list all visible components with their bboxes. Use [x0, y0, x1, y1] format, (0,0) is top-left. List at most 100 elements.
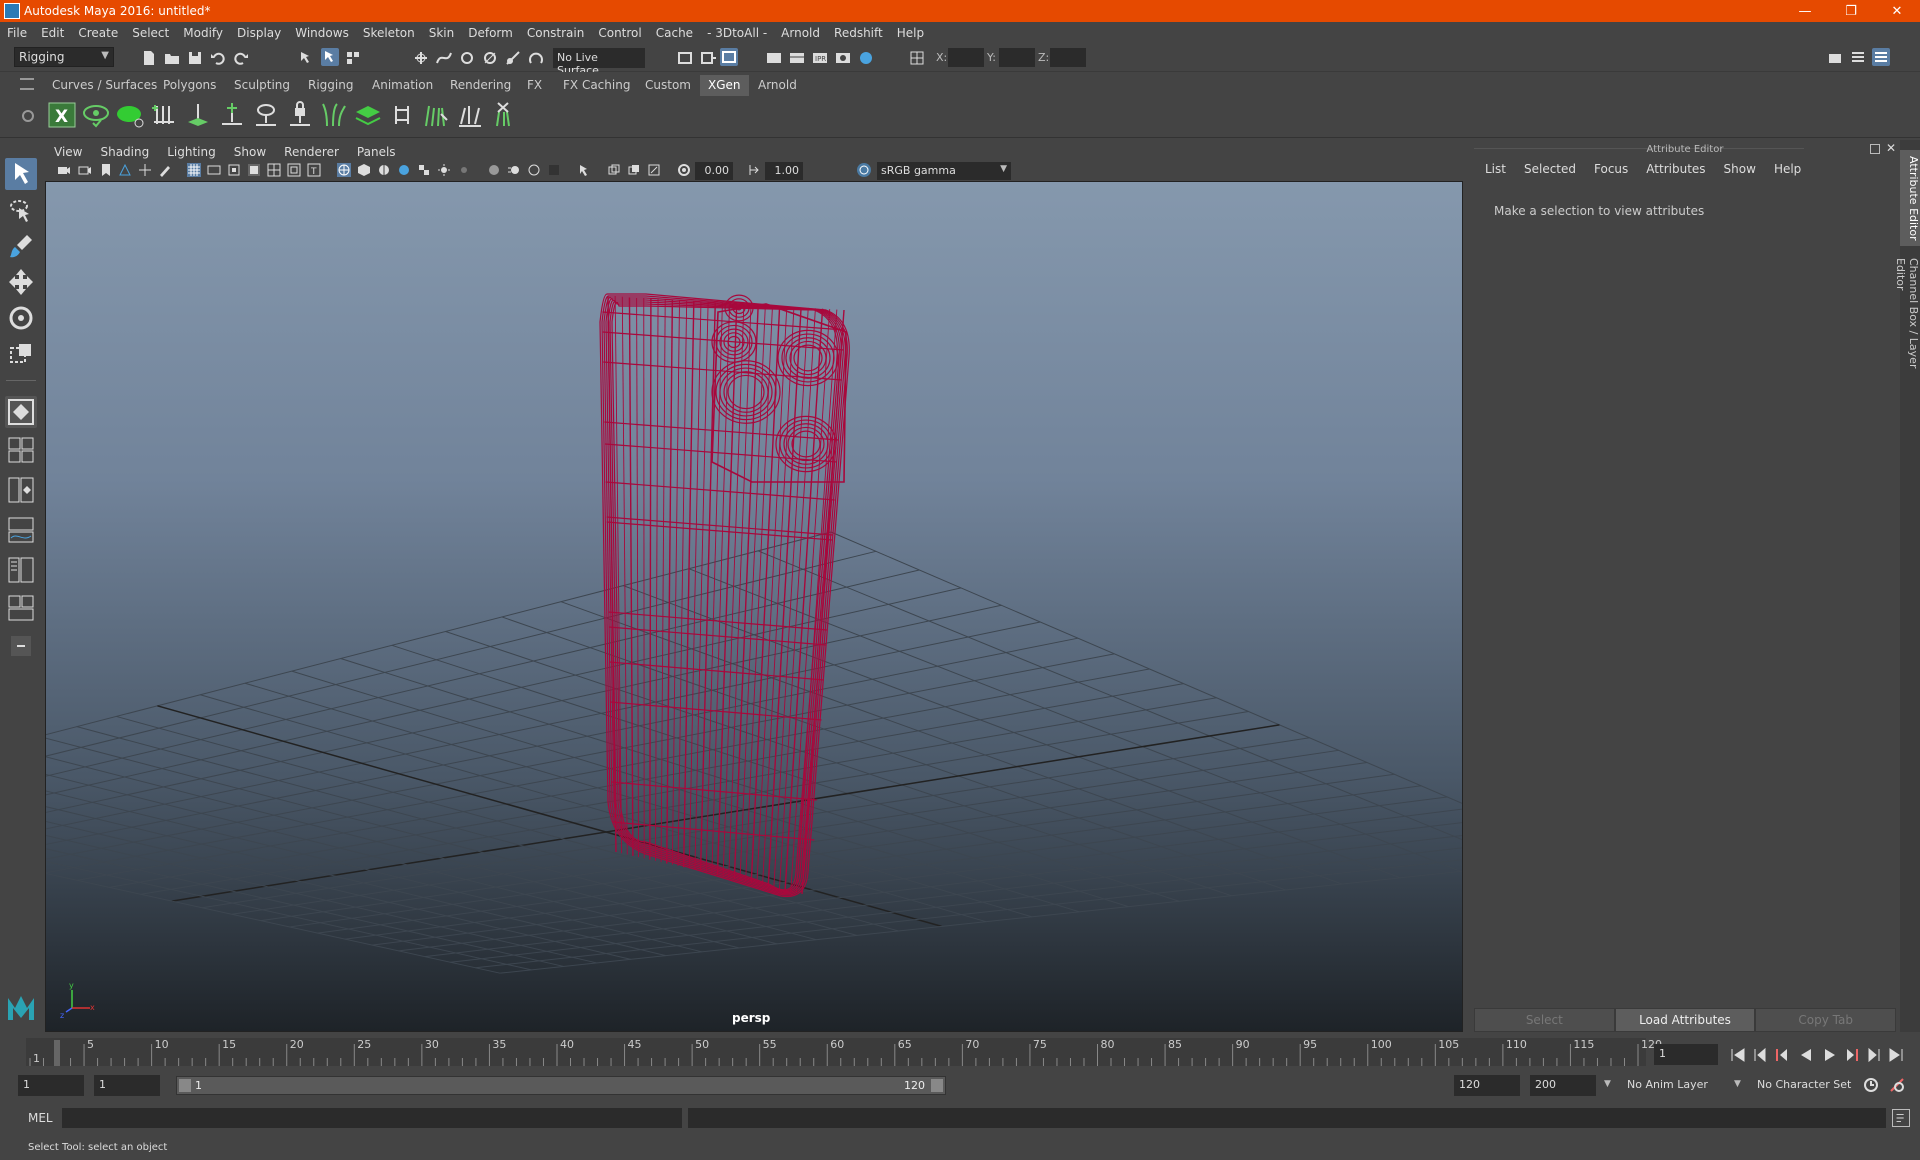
xgen-preview-icon[interactable] — [81, 100, 111, 130]
rotate-tool-icon[interactable] — [5, 302, 37, 334]
ae-menu-focus[interactable]: Focus — [1585, 162, 1637, 176]
go-to-start-icon[interactable] — [1728, 1046, 1748, 1064]
snap-curve-icon[interactable] — [435, 49, 453, 67]
motion-blur-icon[interactable] — [507, 163, 521, 177]
persp-outliner-layout-icon[interactable] — [5, 594, 37, 626]
single-perspective-layout-icon[interactable] — [5, 396, 37, 428]
xgen-guides-add-icon[interactable] — [149, 100, 179, 130]
view-transform-dropdown[interactable]: sRGB gamma ▼ — [877, 162, 1011, 180]
ae-menu-attributes[interactable]: Attributes — [1637, 162, 1714, 176]
color-management-icon[interactable] — [857, 163, 871, 177]
gamma-field[interactable]: 1.00 — [765, 162, 803, 180]
attribute-editor-toggle-icon[interactable] — [1849, 49, 1867, 67]
xray-joints-icon[interactable] — [647, 163, 661, 177]
menu-edit[interactable]: Edit — [34, 26, 71, 40]
viewport-menu-view[interactable]: View — [45, 145, 91, 159]
use-all-lights-icon[interactable] — [437, 163, 451, 177]
menu-control[interactable]: Control — [591, 26, 648, 40]
shelf-options-icon[interactable] — [22, 110, 34, 122]
camera-attributes-icon[interactable] — [78, 163, 92, 177]
tab-rendering[interactable]: Rendering — [442, 75, 519, 96]
ipr-render-icon[interactable]: IPR — [811, 49, 829, 67]
viewport-menu-renderer[interactable]: Renderer — [275, 145, 348, 159]
x-field[interactable] — [948, 48, 984, 67]
float-panel-icon[interactable] — [1870, 144, 1880, 154]
hypershade-icon[interactable] — [857, 49, 875, 67]
xgen-guide-visibility-icon[interactable] — [251, 100, 281, 130]
wireframe-mode-icon[interactable] — [337, 163, 351, 177]
restore-button[interactable]: ❐ — [1828, 0, 1874, 22]
close-panel-icon[interactable]: ✕ — [1886, 141, 1896, 155]
modeling-toolkit-icon[interactable] — [1826, 49, 1844, 67]
animation-preferences-icon[interactable] — [1888, 1076, 1906, 1094]
step-back-key-icon[interactable] — [1750, 1046, 1770, 1064]
snap-view-plane-icon[interactable] — [481, 49, 499, 67]
persp-graph-layout-icon[interactable] — [5, 516, 37, 548]
snap-together-icon[interactable] — [527, 49, 545, 67]
xray-active-components-icon[interactable] — [627, 163, 641, 177]
safe-action-icon[interactable] — [287, 163, 301, 177]
xgen-cut-icon[interactable] — [455, 100, 485, 130]
xgen-layers-icon[interactable] — [353, 100, 383, 130]
menu-display[interactable]: Display — [230, 26, 288, 40]
paint-select-tool-icon[interactable] — [5, 230, 37, 262]
script-editor-icon[interactable] — [1892, 1109, 1910, 1127]
tab-fx[interactable]: FX — [519, 75, 550, 96]
render-settings-icon[interactable] — [834, 49, 852, 67]
snap-grid-icon[interactable] — [412, 49, 430, 67]
menu-file[interactable]: File — [0, 26, 34, 40]
tab-attribute-editor[interactable]: Attribute Editor — [1900, 150, 1920, 246]
range-slider[interactable]: 1 120 — [176, 1076, 946, 1095]
grease-pencil-icon[interactable] — [158, 163, 172, 177]
smooth-shade-icon[interactable] — [357, 163, 371, 177]
playback-start-field[interactable]: 1 — [94, 1075, 160, 1096]
mel-input[interactable] — [62, 1108, 682, 1128]
tab-sculpting[interactable]: Sculpting — [226, 75, 298, 96]
ae-select-button[interactable]: Select — [1474, 1008, 1615, 1032]
channel-box-toggle-icon[interactable] — [1872, 48, 1890, 66]
xgen-guide-lock-icon[interactable] — [285, 100, 315, 130]
lasso-tool-icon[interactable] — [5, 194, 37, 226]
textured-icon[interactable] — [417, 163, 431, 177]
field-chart-icon[interactable] — [267, 163, 281, 177]
redo-icon[interactable] — [232, 49, 250, 67]
animation-end-field[interactable]: 200 — [1530, 1075, 1596, 1096]
tab-rigging[interactable]: Rigging — [300, 75, 361, 96]
xgen-grass-icon[interactable] — [319, 100, 349, 130]
ae-menu-selected[interactable]: Selected — [1515, 162, 1585, 176]
live-surface-field[interactable]: No Live Surface — [553, 48, 645, 77]
move-tool-icon[interactable] — [5, 266, 37, 298]
xgen-guide-flip-icon[interactable] — [387, 100, 417, 130]
play-forwards-icon[interactable] — [1820, 1046, 1840, 1064]
xgen-editor-icon[interactable]: X — [47, 100, 77, 130]
menu-constrain[interactable]: Constrain — [520, 26, 592, 40]
maya-app-icon[interactable] — [4, 3, 20, 19]
step-forward-key-icon[interactable] — [1864, 1046, 1884, 1064]
menu-skin[interactable]: Skin — [422, 26, 462, 40]
new-scene-icon[interactable] — [140, 49, 158, 67]
menu-deform[interactable]: Deform — [461, 26, 520, 40]
collapse-toolbox-icon[interactable] — [5, 630, 37, 662]
resolution-gate-icon[interactable] — [227, 163, 241, 177]
xray-icon[interactable] — [607, 163, 621, 177]
xgen-guide-place-icon[interactable] — [183, 100, 213, 130]
hypershade-persp-layout-icon[interactable] — [5, 556, 37, 588]
y-field[interactable] — [999, 48, 1035, 67]
screen-space-ao-icon[interactable] — [487, 163, 501, 177]
chevron-down-icon[interactable]: ▼ — [1734, 1079, 1741, 1089]
four-view-layout-icon[interactable] — [5, 436, 37, 468]
xgen-guide-sculpt-icon[interactable] — [217, 100, 247, 130]
load-attributes-button[interactable]: Load Attributes — [1614, 1008, 1756, 1032]
viewport-menu-shading[interactable]: Shading — [91, 145, 158, 159]
output-ops-icon[interactable] — [699, 49, 717, 67]
film-gate-icon[interactable] — [207, 163, 221, 177]
menu-set-dropdown[interactable]: Rigging ▼ — [14, 47, 114, 67]
bookmark-icon[interactable] — [99, 163, 113, 177]
scale-tool-icon[interactable] — [5, 338, 37, 370]
mel-label[interactable]: MEL — [28, 1111, 53, 1125]
construction-history-icon[interactable] — [720, 48, 738, 66]
tab-polygons[interactable]: Polygons — [155, 75, 224, 96]
tab-fx-caching[interactable]: FX Caching — [555, 75, 638, 96]
wireframe-on-shaded-icon[interactable] — [397, 163, 411, 177]
range-start-handle[interactable] — [179, 1079, 191, 1092]
